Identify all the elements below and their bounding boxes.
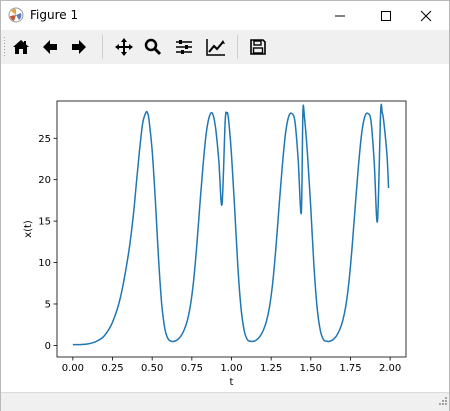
x-tick-label: 0.50 <box>141 363 163 374</box>
matplotlib-app-icon <box>8 7 24 23</box>
close-button[interactable] <box>403 1 449 30</box>
zoom-button[interactable] <box>140 34 166 60</box>
zoom-magnifier-icon <box>144 38 162 56</box>
y-tick-label: 15 <box>38 217 51 228</box>
edit-axis-icon <box>206 39 225 56</box>
y-axis-label: x(t) <box>23 220 34 238</box>
status-bar <box>1 392 449 411</box>
maximize-icon <box>381 11 391 21</box>
x-tick-label: 1.50 <box>300 363 322 374</box>
x-tick-label: 1.25 <box>260 363 282 374</box>
close-icon <box>420 10 432 22</box>
y-tick-label: 0 <box>45 341 51 352</box>
navigation-toolbar <box>1 30 449 64</box>
toolbar-separator <box>102 35 103 59</box>
save-button[interactable] <box>245 34 271 60</box>
toolbar-separator <box>237 35 238 59</box>
save-floppy-icon <box>250 39 266 55</box>
home-button[interactable] <box>8 34 34 60</box>
home-icon <box>13 40 29 54</box>
x-tick-label: 0.25 <box>101 363 123 374</box>
x-tick-label: 1.00 <box>220 363 242 374</box>
x-tick-label: 0.00 <box>62 363 84 374</box>
window-title: Figure 1 <box>30 8 79 22</box>
resize-grip-icon[interactable] <box>437 390 447 409</box>
line-plot[interactable]: 0.00 0.25 0.50 0.75 1.00 1.25 1.50 1.75 2.00 0 5 10… <box>1 64 449 392</box>
toolbar-grip[interactable] <box>3 35 6 59</box>
back-button[interactable] <box>37 34 63 60</box>
back-arrow-icon <box>43 40 57 54</box>
figure-window: Figure 1 0.00 0.25 0.50 0.75 1.00 1.25 1… <box>0 0 450 411</box>
series-line <box>72 103 390 346</box>
forward-arrow-icon <box>72 40 86 54</box>
x-tick-label: 1.75 <box>339 363 361 374</box>
minimize-icon <box>335 15 345 17</box>
x-tick-label: 0.75 <box>181 363 203 374</box>
y-tick-label: 5 <box>45 299 51 310</box>
y-tick-label: 10 <box>38 258 51 269</box>
configure-subplots-icon <box>176 40 192 54</box>
customize-axes-button[interactable] <box>202 34 228 60</box>
pan-move-icon <box>115 38 133 56</box>
y-tick-label: 20 <box>38 175 51 186</box>
figure-canvas[interactable]: 0.00 0.25 0.50 0.75 1.00 1.25 1.50 1.75 2.00 0 5 10… <box>1 64 449 392</box>
configure-subplots-button[interactable] <box>171 34 197 60</box>
x-tick-label: 2.00 <box>379 363 401 374</box>
minimize-button[interactable] <box>317 1 363 30</box>
x-axis-label: t <box>230 377 234 388</box>
forward-button[interactable] <box>66 34 92 60</box>
pan-button[interactable] <box>111 34 137 60</box>
y-tick-label: 25 <box>38 134 51 145</box>
title-bar[interactable]: Figure 1 <box>1 1 449 30</box>
